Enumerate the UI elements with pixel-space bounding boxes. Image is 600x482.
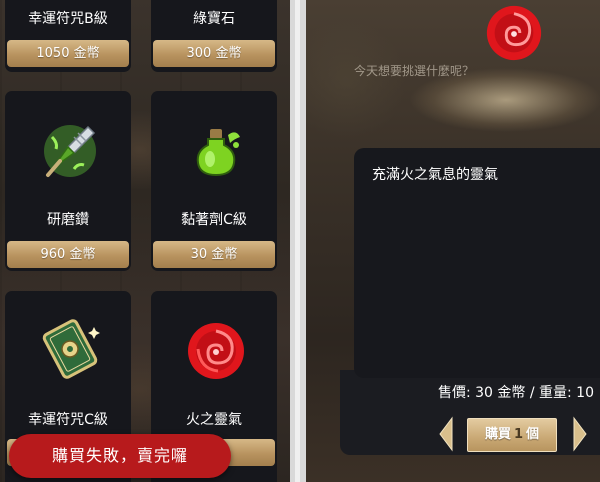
item-name: 幸運符咒B級 (28, 11, 108, 27)
shop-item-card[interactable]: 黏著劑C級 30 金幣 (151, 91, 277, 271)
charm-card-icon (42, 319, 100, 379)
price-weight-label: 售價: 30 金幣 / 重量: 10 (437, 385, 594, 401)
quantity-decrease-arrow-icon[interactable] (438, 416, 454, 452)
item-name: 綠寶石 (193, 11, 235, 27)
fire-aura-preview-icon (486, 5, 542, 61)
buy-unit-label: 個 (526, 427, 540, 442)
item-detail-panel: 今天想要挑選什麼呢？ 充滿火之氣息的靈氣 售價: 30 金幣 / 重量: 10 … (306, 0, 600, 482)
shop-item-card[interactable]: 幸運符咒B級 1050 金幣 (5, 0, 131, 72)
item-name: 黏著劑C級 (181, 212, 247, 228)
quantity-increase-arrow-icon[interactable] (572, 416, 588, 452)
item-price-button[interactable]: 300 金幣 (153, 40, 275, 67)
scrollbar-track[interactable] (295, 0, 300, 482)
buy-quantity-button[interactable]: 購買 1 個 (467, 418, 557, 452)
item-name: 幸運符咒C級 (28, 412, 108, 428)
item-description: 充滿火之氣息的靈氣 (372, 167, 498, 183)
buy-quantity-value: 1 (513, 427, 524, 442)
drill-icon (44, 125, 96, 177)
scrollbar[interactable] (290, 0, 306, 482)
item-name: 研磨鑽 (47, 212, 89, 228)
potion-icon (196, 129, 240, 177)
item-price-button[interactable]: 30 金幣 (153, 241, 275, 268)
item-price-button[interactable]: 960 金幣 (7, 241, 129, 268)
item-name: 火之靈氣 (186, 412, 242, 428)
buy-label: 購買 (484, 427, 511, 442)
fire-aura-icon (188, 323, 244, 379)
item-description-box: 充滿火之氣息的靈氣 (354, 148, 600, 378)
npc-greeting: 今天想要挑選什麼呢？ (354, 64, 475, 78)
item-price-button[interactable]: 1050 金幣 (7, 40, 129, 67)
shop-item-card[interactable]: 綠寶石 300 金幣 (151, 0, 277, 72)
shop-item-grid: 幸運符咒B級 1050 金幣 綠寶石 300 金幣 研磨鑽 960 金幣 黏著劑… (0, 0, 290, 482)
purchase-failed-toast: 購買失敗，賣完囉 (9, 434, 231, 478)
shop-item-card[interactable]: 研磨鑽 960 金幣 (5, 91, 131, 271)
